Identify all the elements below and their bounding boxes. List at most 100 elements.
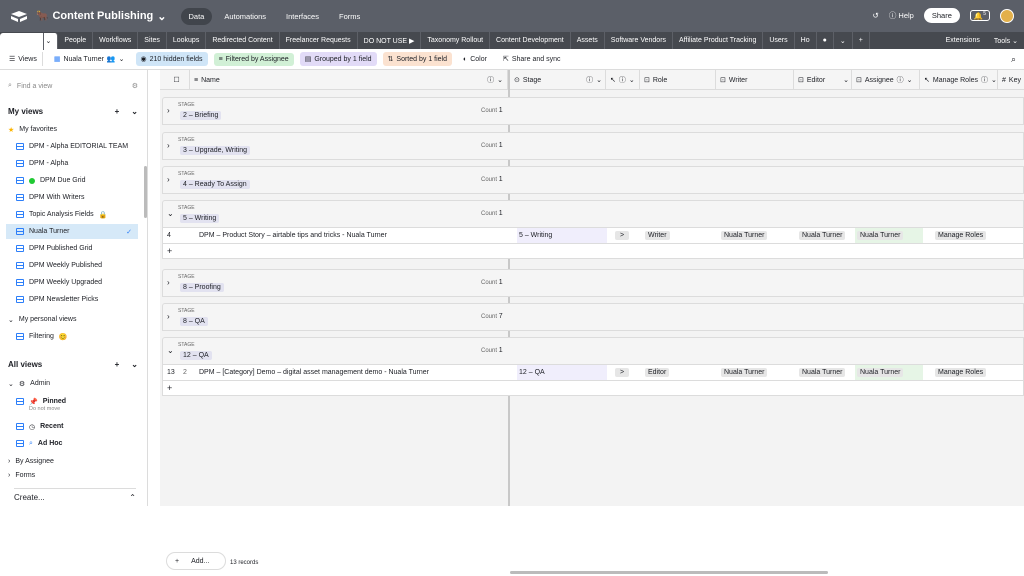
tab-do-not-use[interactable]: DO NOT USE ▶ bbox=[358, 32, 422, 49]
view-ad-hoc[interactable]: ⌕ Ad Hoc bbox=[6, 436, 138, 451]
view-recent[interactable]: ◷ Recent bbox=[6, 419, 138, 434]
airtable-logo-icon[interactable] bbox=[10, 10, 28, 22]
my-favorites-header[interactable]: ★ My favorites bbox=[6, 122, 138, 137]
view-dpm-with-writers[interactable]: DPM With Writers bbox=[6, 190, 138, 205]
view-dpm-newsletter-picks[interactable]: DPM Newsletter Picks bbox=[6, 292, 138, 307]
view-nuala-turner[interactable]: Nuala Turner ✓ bbox=[6, 224, 138, 239]
group-header[interactable]: ⌄ STAGE 12 – QA Count 1 bbox=[162, 337, 1024, 365]
admin-section[interactable]: ⌄ ⚙ Admin bbox=[6, 376, 138, 391]
add-table-plus-icon[interactable]: + bbox=[853, 32, 870, 49]
create-view-button[interactable]: Create... ⌃ bbox=[14, 488, 136, 502]
tab-content-development[interactable]: Content Development bbox=[490, 32, 571, 49]
column-header-key[interactable]: # Key bbox=[998, 70, 1024, 90]
tab-freelancer-requests[interactable]: Freelancer Requests bbox=[280, 32, 358, 49]
avatar[interactable] bbox=[1000, 8, 1014, 23]
view-pinned[interactable]: 📌 Pinned bbox=[6, 394, 138, 409]
tab-people[interactable]: People bbox=[58, 32, 94, 49]
chevron-down-icon[interactable]: ⌄ bbox=[131, 360, 138, 369]
chevron-right-icon[interactable]: › bbox=[167, 278, 170, 287]
view-dpm-alpha-editorial[interactable]: DPM - Alpha EDITORIAL TEAM bbox=[6, 139, 138, 154]
chevron-right-icon[interactable]: › bbox=[167, 141, 170, 150]
chevron-right-icon[interactable]: › bbox=[167, 312, 170, 321]
add-record-button[interactable]: + bbox=[162, 381, 1024, 396]
tab-assets[interactable]: Assets bbox=[571, 32, 605, 49]
nav-automations[interactable]: Automations bbox=[216, 8, 274, 25]
column-header-manage-roles[interactable]: ↖ Manage Roles ⓘ ⌄ bbox=[920, 70, 998, 90]
plus-icon[interactable]: + bbox=[115, 107, 120, 116]
nav-interfaces[interactable]: Interfaces bbox=[278, 8, 327, 25]
select-all-checkbox[interactable]: ☐ bbox=[160, 70, 190, 90]
my-views-header[interactable]: My views + ⌄ bbox=[8, 107, 138, 116]
group-header[interactable]: › STAGE 8 – QA Count 7 bbox=[162, 303, 1024, 331]
horizontal-scrollbar[interactable] bbox=[510, 571, 828, 574]
tools-button[interactable]: Tools ⌄ bbox=[994, 37, 1018, 45]
view-dpm-weekly-upgraded[interactable]: DPM Weekly Upgraded bbox=[6, 275, 138, 290]
color-button[interactable]: ◐ Color bbox=[458, 53, 492, 66]
column-header-editor[interactable]: ⊡ Editor ⌄ bbox=[794, 70, 852, 90]
notification-icon[interactable]: 🔔5 bbox=[969, 9, 990, 22]
tab-sites[interactable]: Sites bbox=[138, 32, 167, 49]
share-button[interactable]: Share bbox=[923, 8, 960, 23]
manage-roles-button[interactable]: Manage Roles bbox=[935, 368, 987, 377]
tab-lookups[interactable]: Lookups bbox=[167, 32, 207, 49]
open-button[interactable]: > bbox=[615, 231, 630, 240]
gear-icon[interactable]: ⚙ bbox=[132, 82, 138, 90]
open-button[interactable]: > bbox=[615, 368, 630, 377]
chevron-down-icon[interactable]: ⌄ bbox=[131, 107, 138, 116]
group-button[interactable]: ▤ Grouped by 1 field bbox=[299, 52, 377, 66]
view-topic-analysis[interactable]: Topic Analysis Fields 🔒 bbox=[6, 207, 138, 222]
column-header-button[interactable]: ↖ ⓘ ⌄ bbox=[606, 70, 640, 90]
group-header[interactable]: ⌄ STAGE 5 – Writing Count 1 bbox=[162, 200, 1024, 228]
manage-roles-button[interactable]: Manage Roles bbox=[935, 231, 987, 240]
view-dpm-alpha[interactable]: DPM - Alpha bbox=[6, 156, 138, 171]
forms-section[interactable]: › Forms bbox=[6, 470, 138, 480]
all-views-header[interactable]: All views + ⌄ bbox=[8, 360, 138, 369]
chevron-down-icon[interactable]: ⌄ bbox=[167, 346, 174, 355]
chevron-right-icon[interactable]: › bbox=[167, 106, 170, 115]
hidden-fields-button[interactable]: ◉ 210 hidden fields bbox=[135, 52, 208, 66]
group-header[interactable]: › STAGE 8 – Proofing Count 1 bbox=[162, 269, 1024, 297]
current-view-button[interactable]: ▦ Nuala Turner 👥 ⌄ bbox=[49, 52, 130, 66]
tab-taxonomy-rollout[interactable]: Taxonomy Rollout bbox=[421, 32, 491, 49]
group-header[interactable]: › STAGE 2 – Briefing Count 1 bbox=[162, 97, 1024, 125]
column-header-writer[interactable]: ⊡ Writer bbox=[716, 70, 794, 90]
add-button[interactable]: + Add... bbox=[166, 552, 226, 570]
sidebar-scrollbar[interactable] bbox=[144, 166, 147, 218]
help-button[interactable]: ⓘ Help bbox=[889, 10, 914, 21]
views-button[interactable]: ☰ Views bbox=[4, 52, 43, 66]
history-icon[interactable]: ↺ bbox=[873, 11, 879, 20]
search-icon[interactable]: ⌕ bbox=[1011, 54, 1016, 65]
extensions-button[interactable]: Extensions bbox=[946, 37, 980, 44]
by-assignee-section[interactable]: › By Assignee bbox=[6, 454, 138, 469]
view-dpm-published-grid[interactable]: DPM Published Grid bbox=[6, 241, 138, 256]
group-header[interactable]: › STAGE 4 – Ready To Assign Count 1 bbox=[162, 166, 1024, 194]
tab-redirected-content[interactable]: Redirected Content bbox=[206, 32, 280, 49]
column-header-stage[interactable]: ⊙ Stage ⓘ ⌄ bbox=[510, 70, 606, 90]
table-row[interactable]: 13 2 DPM – [Category] Demo – digital ass… bbox=[162, 364, 1024, 381]
tab-users[interactable]: Users bbox=[763, 32, 795, 49]
find-view-search[interactable]: ⌕ Find a view ⚙ bbox=[8, 82, 138, 90]
column-header-role[interactable]: ⊡ Role bbox=[640, 70, 716, 90]
tab-ho[interactable]: Ho bbox=[795, 32, 817, 49]
column-header-name[interactable]: ≡ Name ⓘ ⌄ bbox=[190, 70, 508, 90]
share-sync-button[interactable]: ⇱ Share and sync bbox=[498, 52, 566, 66]
tab-content[interactable]: Content ⌄ bbox=[0, 32, 59, 50]
tab-software-vendors[interactable]: Software Vendors bbox=[605, 32, 674, 49]
my-personal-views-header[interactable]: ⌄ My personal views bbox=[6, 312, 138, 327]
nav-data[interactable]: Data bbox=[180, 7, 213, 25]
view-dpm-due-grid[interactable]: DPM Due Grid bbox=[6, 173, 138, 188]
table-row[interactable]: 4 DPM – Product Story – airtable tips an… bbox=[162, 227, 1024, 244]
view-filtering[interactable]: Filtering 😊 bbox=[6, 329, 138, 344]
chevron-down-icon[interactable]: ⌄ bbox=[167, 209, 174, 218]
chevron-right-icon[interactable]: › bbox=[167, 175, 170, 184]
column-header-assignee[interactable]: ⊡ Assignee ⓘ ⌄ bbox=[852, 70, 920, 90]
filter-button[interactable]: ≡ Filtered by Assignee bbox=[213, 52, 294, 66]
add-record-button[interactable]: + bbox=[162, 244, 1024, 259]
group-header[interactable]: › STAGE 3 – Upgrade, Writing Count 1 bbox=[162, 132, 1024, 160]
view-dpm-weekly-published[interactable]: DPM Weekly Published bbox=[6, 258, 138, 273]
nav-forms[interactable]: Forms bbox=[331, 8, 368, 25]
tab-affiliate-product-tracking[interactable]: Affiliate Product Tracking bbox=[673, 32, 764, 49]
plus-icon[interactable]: + bbox=[115, 360, 120, 369]
sort-button[interactable]: ⇅ Sorted by 1 field bbox=[382, 52, 452, 66]
app-name[interactable]: Content Publishing ⌄ bbox=[52, 10, 166, 23]
